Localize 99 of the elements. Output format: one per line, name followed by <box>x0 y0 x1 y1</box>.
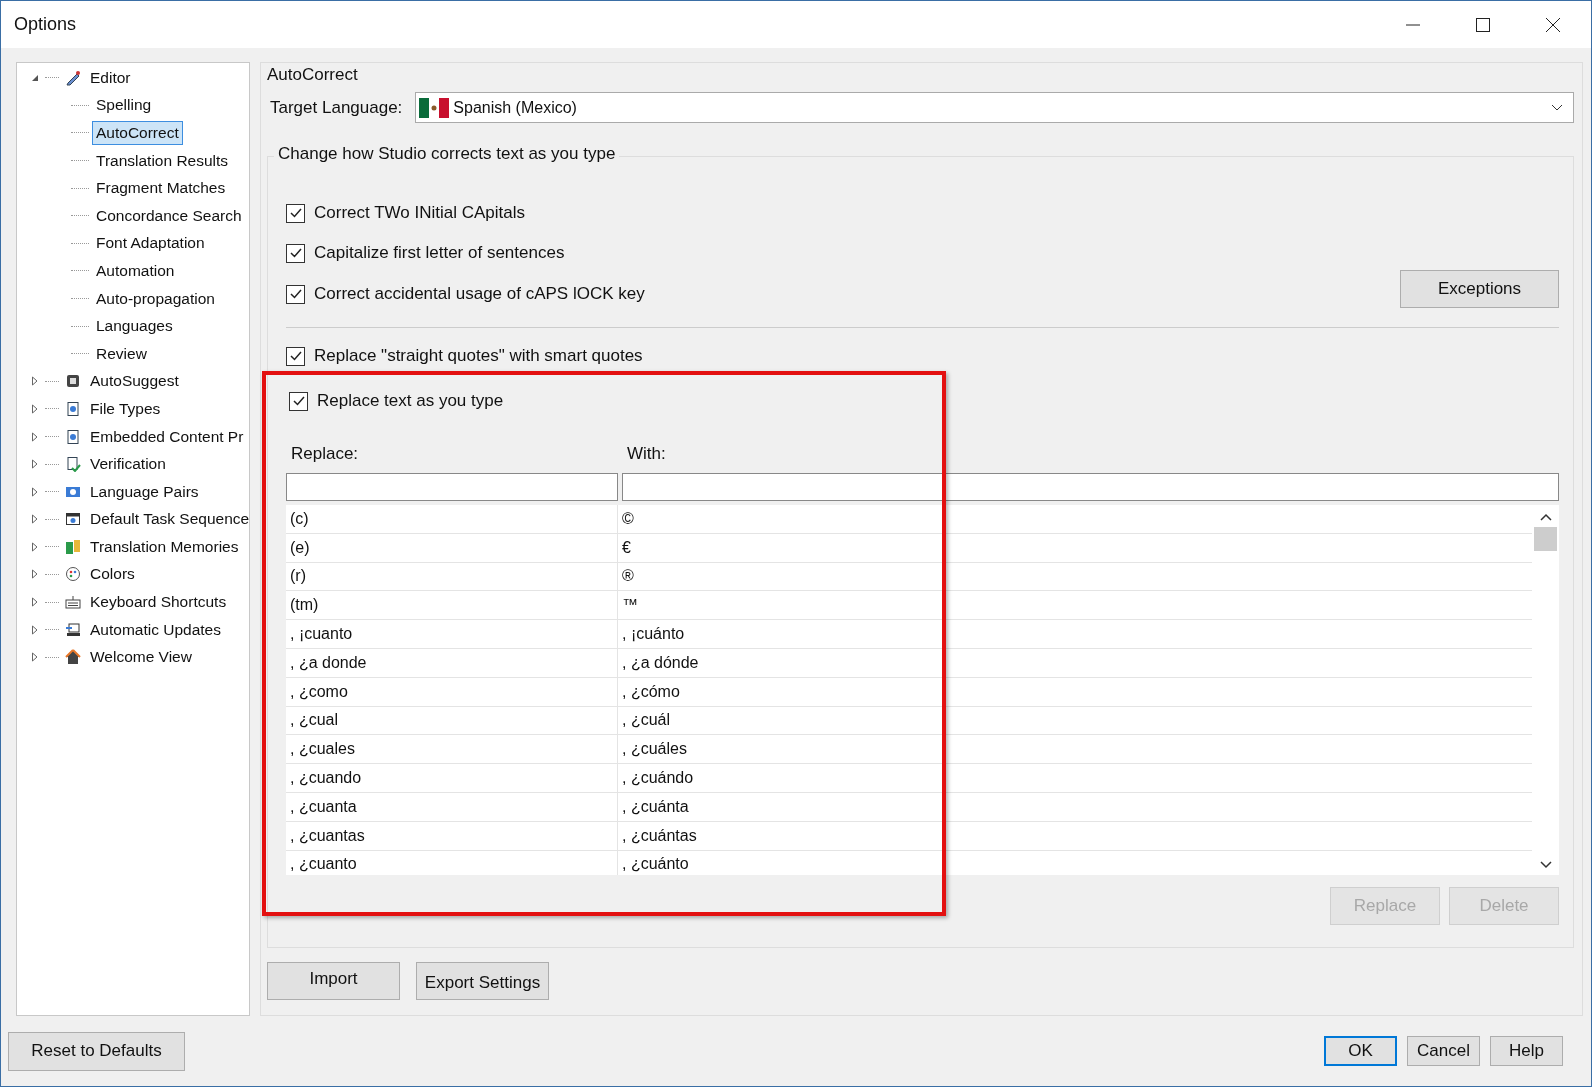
collapse-arrow-icon[interactable] <box>31 73 39 82</box>
tree-item[interactable]: Translation Results <box>92 148 233 173</box>
table-cell: (tm) <box>286 591 618 620</box>
table-cell: , ¿cual <box>286 706 618 735</box>
expand-arrow-icon[interactable] <box>31 431 39 442</box>
tree-item[interactable]: AutoSuggest <box>86 369 183 394</box>
tree-item[interactable]: Automatic Updates <box>86 617 225 642</box>
settings-button[interactable]: Import <box>267 962 400 1000</box>
gear-window-icon <box>65 511 81 528</box>
expand-arrow-icon[interactable] <box>31 652 39 663</box>
table-cell-text: , ¿cuánto <box>621 854 689 875</box>
table-cell-text: , ¿cuánta <box>621 796 689 817</box>
table-cell: , ¿como <box>286 677 618 706</box>
table-cell-text: , ¿a dónde <box>621 652 699 673</box>
target-language-label: Target Language: <box>270 97 403 118</box>
table-cell: (c) <box>286 505 618 533</box>
gear-page-icon <box>65 428 81 445</box>
replace-input[interactable] <box>286 473 618 501</box>
checkbox-option[interactable]: Correct TWo INitial CApitals <box>286 203 525 223</box>
tree-item[interactable]: Spelling <box>92 93 156 118</box>
section-title: AutoCorrect <box>267 65 359 85</box>
table-cell: , ¿cuando <box>286 764 618 792</box>
expand-arrow-icon[interactable] <box>31 459 39 470</box>
reset-button[interactable]: Reset to Defaults <box>8 1031 185 1071</box>
tree-item[interactable]: Concordance Search <box>92 203 246 228</box>
pencil-icon <box>65 69 81 86</box>
table-cell-text: € <box>621 537 631 558</box>
expand-arrow-icon[interactable] <box>31 376 39 387</box>
table-cell: (e) <box>286 533 618 562</box>
palette-icon <box>65 566 81 583</box>
column-header: Replace: <box>291 444 360 464</box>
table-cell: (r) <box>286 562 618 591</box>
tree-item[interactable]: Languages <box>92 314 177 339</box>
maximize-icon[interactable] <box>1475 16 1491 33</box>
expand-arrow-icon[interactable] <box>31 486 39 497</box>
table-cell: , ¿cuantas <box>286 821 618 850</box>
keyboard-icon <box>65 594 81 611</box>
table-cell-text: , ¡cuánto <box>621 624 685 645</box>
tree-item[interactable]: Review <box>92 341 151 366</box>
scrollbar-thumb[interactable] <box>1534 527 1557 551</box>
tree-item[interactable]: AutoCorrect <box>92 121 183 145</box>
column-header: With: <box>627 444 666 464</box>
checkbox-option[interactable]: Capitalize first letter of sentences <box>286 243 565 263</box>
tree-item[interactable]: Editor <box>86 65 135 90</box>
table-cell-text: , ¿cuántas <box>621 825 697 846</box>
computer-icon <box>65 621 81 638</box>
checkbox-option[interactable]: Replace text as you type <box>289 391 504 411</box>
table-cell: , ¿a donde <box>286 649 618 677</box>
tree-item[interactable]: Keyboard Shortcuts <box>86 590 231 615</box>
close-icon[interactable] <box>1545 16 1561 33</box>
tree-item[interactable]: Welcome View <box>86 645 196 670</box>
gear-page-icon <box>65 400 81 417</box>
dialog-button[interactable]: Help <box>1490 1036 1563 1066</box>
expand-arrow-icon[interactable] <box>31 569 39 580</box>
expand-arrow-icon[interactable] <box>31 624 39 635</box>
table-cell-text: , ¿cómo <box>621 681 680 702</box>
table-cell: , ¿cuales <box>286 735 618 764</box>
scroll-up-icon[interactable] <box>1539 513 1552 521</box>
table-cell-text: , ¿cuándo <box>621 768 694 789</box>
app-icon <box>65 373 81 390</box>
table-cell: , ¿cuanto <box>286 850 618 875</box>
house-icon <box>65 649 81 666</box>
settings-button[interactable]: Export Settings <box>416 962 549 1000</box>
tree-item[interactable]: File Types <box>86 396 165 421</box>
tree-item[interactable]: Auto-propagation <box>92 286 219 311</box>
checkbox-option[interactable]: Correct accidental usage of cAPS lOCK key <box>286 284 645 304</box>
expand-arrow-icon[interactable] <box>31 541 39 552</box>
table-cell: , ¡cuanto <box>286 620 618 648</box>
tree-item[interactable]: Language Pairs <box>86 479 203 504</box>
table-cell-text: ™ <box>621 595 638 616</box>
chevron-down-icon <box>1551 103 1563 112</box>
expand-arrow-icon[interactable] <box>31 597 39 608</box>
tree-item[interactable]: Verification <box>86 452 170 477</box>
window-title: Options <box>14 14 77 35</box>
tree-item[interactable]: Fragment Matches <box>92 176 230 201</box>
dialog-button[interactable]: OK <box>1324 1036 1397 1066</box>
table-cell-text: © <box>621 508 634 529</box>
table-cell: , ¿cuanta <box>286 792 618 821</box>
table-cell-text: , ¿cuál <box>621 710 670 731</box>
table-cell-text: , ¿cuáles <box>621 739 687 760</box>
checked-page-icon <box>65 456 81 473</box>
exceptions-button[interactable]: Exceptions <box>1400 270 1559 308</box>
books-icon <box>65 538 81 555</box>
group-title: Change how Studio corrects text as you type <box>274 144 620 164</box>
tree-item[interactable]: Automation <box>92 258 179 283</box>
with-input[interactable] <box>622 473 1559 501</box>
table-cell-text: ® <box>621 566 634 587</box>
tree-item[interactable]: Colors <box>86 562 139 587</box>
expand-arrow-icon[interactable] <box>31 403 39 414</box>
tree-item[interactable]: Font Adaptation <box>92 231 209 256</box>
language-dropdown[interactable]: Spanish (Mexico) <box>415 92 1574 123</box>
tree-item[interactable]: Embedded Content Pr <box>86 424 248 449</box>
expand-arrow-icon[interactable] <box>31 514 39 525</box>
scroll-down-icon[interactable] <box>1539 861 1552 869</box>
tree-item[interactable]: Default Task Sequence <box>86 507 254 532</box>
flag-icon <box>419 97 450 118</box>
dialog-button[interactable]: Cancel <box>1407 1036 1480 1066</box>
tree-item[interactable]: Translation Memories <box>86 534 243 559</box>
checkbox-option[interactable]: Replace "straight quotes" with smart quotes <box>286 346 643 366</box>
